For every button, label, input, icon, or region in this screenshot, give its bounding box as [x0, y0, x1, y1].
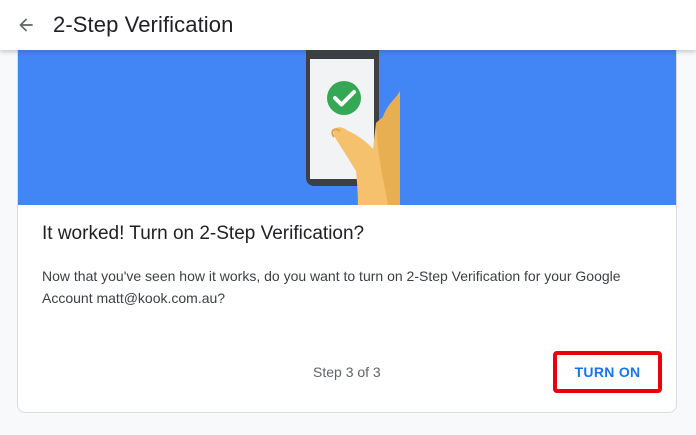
- arrow-back-icon: [19, 18, 33, 32]
- step-indicator: Step 3 of 3: [313, 364, 381, 380]
- phone-check-illustration: [306, 31, 400, 205]
- back-button[interactable]: [12, 11, 40, 39]
- hero-banner: [18, 31, 676, 205]
- page: 2-Step Verification It worked! Turn on 2…: [0, 0, 696, 435]
- turn-on-button[interactable]: TURN ON: [553, 351, 662, 393]
- verification-card: It worked! Turn on 2-Step Verification? …: [17, 30, 677, 413]
- card-description: Now that you've seen how it works, do yo…: [42, 268, 621, 306]
- check-circle-icon: [327, 81, 361, 115]
- top-app-bar: 2-Step Verification: [0, 0, 696, 50]
- page-title: 2-Step Verification: [53, 12, 234, 37]
- card-heading: It worked! Turn on 2-Step Verification?: [42, 223, 365, 244]
